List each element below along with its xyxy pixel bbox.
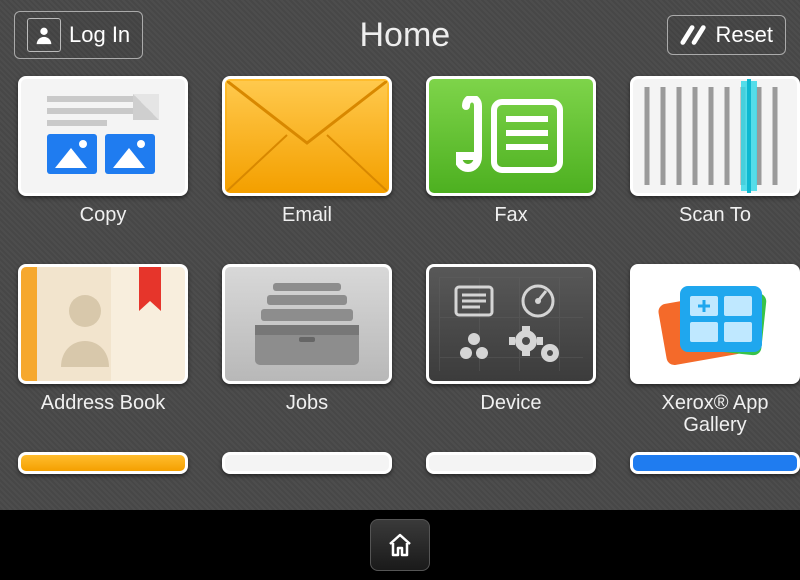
app-email[interactable]: Email — [222, 76, 392, 250]
app-partial-3[interactable] — [426, 452, 596, 474]
partial-icon — [222, 452, 392, 474]
device-icon — [426, 264, 596, 384]
jobs-icon — [222, 264, 392, 384]
app-label: Address Book — [41, 392, 166, 438]
app-partial-1[interactable] — [18, 452, 188, 474]
scan-icon — [630, 76, 800, 196]
partial-icon — [18, 452, 188, 474]
app-gallery-icon — [630, 264, 800, 384]
app-label: Device — [480, 392, 541, 438]
address-book-icon — [18, 264, 188, 384]
fax-icon — [426, 76, 596, 196]
partial-icon — [426, 452, 596, 474]
app-jobs[interactable]: Jobs — [222, 264, 392, 438]
app-device[interactable]: Device — [426, 264, 596, 438]
partial-icon — [630, 452, 800, 474]
app-label: Scan To — [679, 204, 751, 250]
user-icon — [27, 18, 61, 52]
header: Log In Home Reset — [0, 0, 800, 70]
app-grid-viewport[interactable]: Copy Email — [0, 70, 800, 510]
app-partial-2[interactable] — [222, 452, 392, 474]
app-grid: Copy Email — [18, 76, 782, 474]
reset-icon — [680, 23, 708, 47]
login-label: Log In — [69, 22, 130, 48]
app-fax[interactable]: Fax — [426, 76, 596, 250]
app-copy[interactable]: Copy — [18, 76, 188, 250]
app-label: Copy — [80, 204, 127, 250]
app-label: Xerox® App Gallery — [630, 392, 800, 438]
page-title: Home — [359, 16, 450, 55]
reset-button[interactable]: Reset — [667, 15, 786, 55]
reset-label: Reset — [716, 22, 773, 48]
app-scan-to[interactable]: Scan To — [630, 76, 800, 250]
app-address-book[interactable]: Address Book — [18, 264, 188, 438]
envelope-icon — [222, 76, 392, 196]
app-label: Fax — [494, 204, 527, 250]
copy-icon — [18, 76, 188, 196]
login-button[interactable]: Log In — [14, 11, 143, 59]
app-label: Jobs — [286, 392, 328, 438]
app-xerox-app-gallery[interactable]: Xerox® App Gallery — [630, 264, 800, 438]
footer — [0, 510, 800, 580]
app-label: Email — [282, 204, 332, 250]
home-icon — [386, 532, 414, 558]
app-partial-4[interactable] — [630, 452, 800, 474]
home-button[interactable] — [370, 519, 430, 571]
